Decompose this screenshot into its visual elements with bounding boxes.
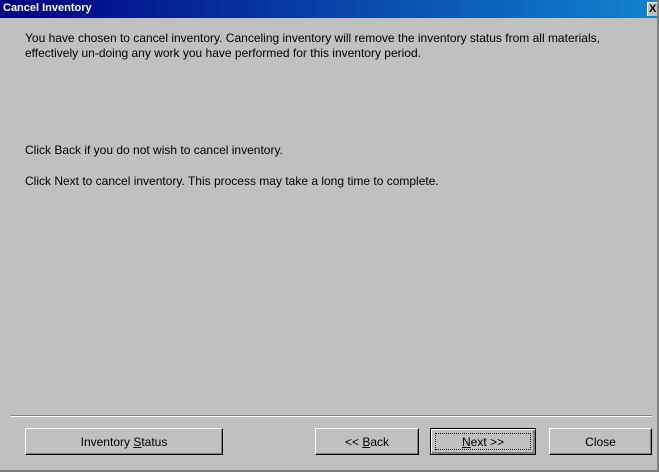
inventory-status-button[interactable]: Inventory Status <box>25 428 223 455</box>
next-label-mnemonic: N <box>461 434 471 449</box>
back-label-pre: << <box>344 434 363 449</box>
next-hint-message: Click Next to cancel inventory. This pro… <box>25 174 439 188</box>
next-label-post: ext >> <box>470 434 505 449</box>
back-label-mnemonic: B <box>362 434 371 449</box>
inventory-status-label-pre: Inventory <box>80 434 134 449</box>
inventory-status-label-post: tatus <box>141 434 168 449</box>
window-title: Cancel Inventory <box>3 2 92 14</box>
back-button[interactable]: << Back <box>315 428 419 455</box>
close-icon[interactable]: X <box>647 2 657 16</box>
cancel-inventory-dialog: Cancel Inventory X You have chosen to ca… <box>0 0 659 472</box>
intro-message: You have chosen to cancel inventory. Can… <box>25 31 600 60</box>
close-button[interactable]: Close <box>549 428 652 455</box>
inventory-status-label-mnemonic: S <box>133 434 142 449</box>
title-bar[interactable]: Cancel Inventory X <box>0 0 657 18</box>
back-hint-message: Click Back if you do not wish to cancel … <box>25 143 283 157</box>
button-separator <box>11 415 652 417</box>
next-button[interactable]: Next >> <box>430 428 536 455</box>
back-label-post: ack <box>370 434 390 449</box>
